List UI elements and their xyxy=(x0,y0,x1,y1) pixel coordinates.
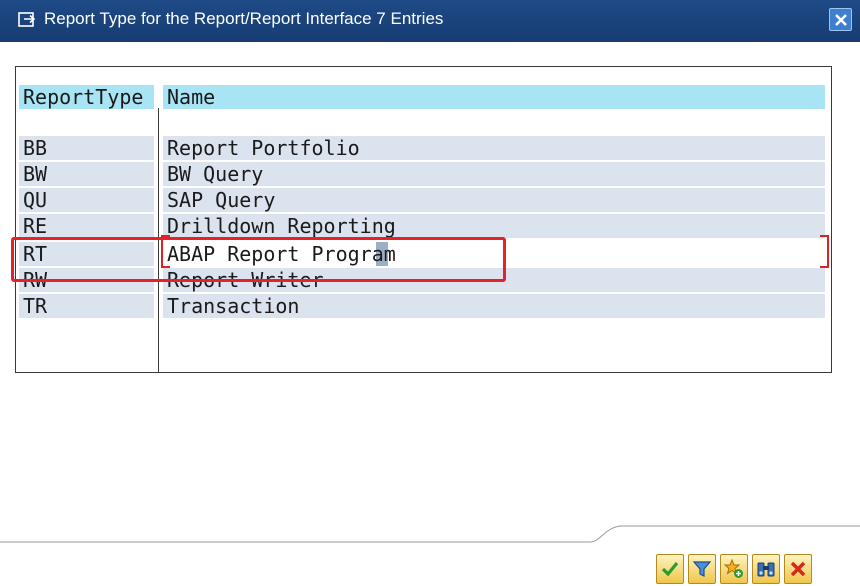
checkmark-icon xyxy=(661,561,679,577)
binoculars-icon xyxy=(757,562,775,577)
table-row-type[interactable]: RE xyxy=(19,214,154,238)
table-row-name[interactable]: Drilldown Reporting xyxy=(163,214,825,238)
table-row-name[interactable]: Report Portfolio xyxy=(163,136,825,160)
filter-icon xyxy=(692,561,712,577)
find-button[interactable] xyxy=(752,554,780,584)
table-row-type[interactable]: QU xyxy=(19,188,154,212)
continue-button[interactable] xyxy=(656,554,684,584)
table-row-type[interactable]: BW xyxy=(19,162,154,186)
focus-bracket-right xyxy=(820,235,829,268)
footer-toolbar xyxy=(0,524,860,586)
dialog-body: ReportType Name BB Report Portfolio BW B… xyxy=(0,42,860,586)
window-title: Report Type for the Report/Report Interf… xyxy=(44,9,444,28)
cancel-icon xyxy=(790,561,806,577)
annotation-highlight-box xyxy=(11,237,506,282)
table-row-type[interactable]: BB xyxy=(19,136,154,160)
cancel-button[interactable] xyxy=(784,554,812,584)
title-bar: Report Type for the Report/Report Interf… xyxy=(0,0,860,42)
table-row-name[interactable]: SAP Query xyxy=(163,188,825,212)
add-favorite-button[interactable] xyxy=(720,554,748,584)
close-button[interactable] xyxy=(829,8,852,31)
table-row-name[interactable]: Transaction xyxy=(163,294,825,318)
close-icon xyxy=(835,14,847,26)
filter-button[interactable] xyxy=(688,554,716,584)
column-header-reporttype[interactable]: ReportType xyxy=(19,85,154,109)
column-header-name[interactable]: Name xyxy=(163,85,825,109)
dialog-arrow-icon xyxy=(18,12,36,27)
new-favorite-icon xyxy=(724,559,743,578)
footer-divider xyxy=(0,525,860,543)
table-row-name[interactable]: BW Query xyxy=(163,162,825,186)
table-row-type[interactable]: TR xyxy=(19,294,154,318)
